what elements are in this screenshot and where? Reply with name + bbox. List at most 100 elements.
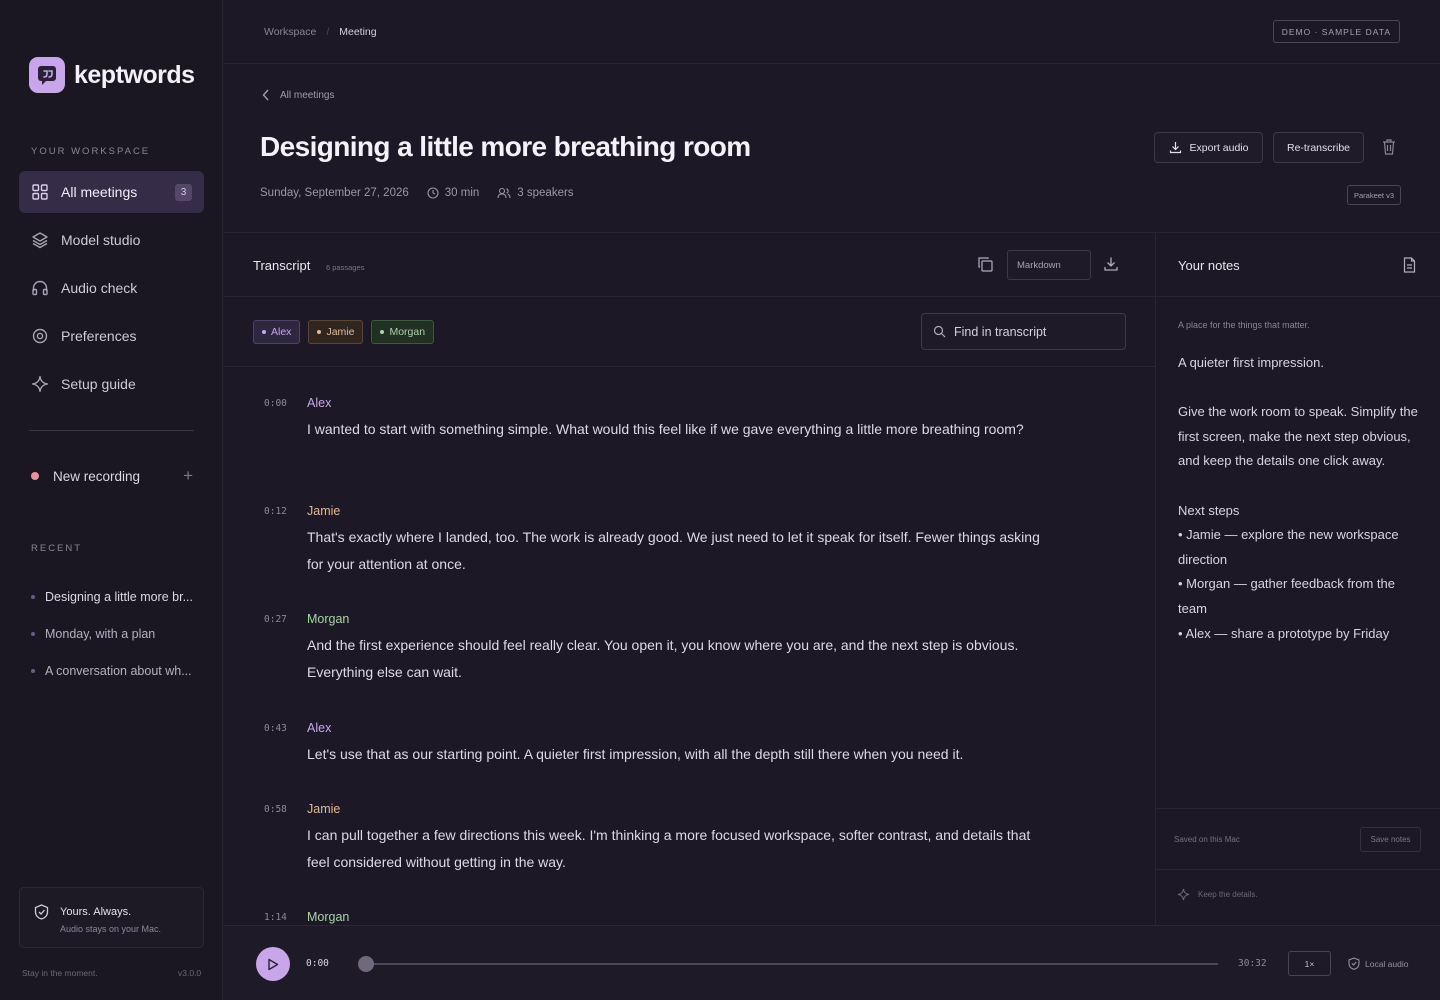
export-format-select[interactable]: Markdown [1007, 250, 1091, 280]
bullet-icon [31, 668, 35, 673]
sidebar-item-label: Setup guide [61, 376, 136, 392]
search-icon [933, 325, 946, 338]
app-name: keptwords [74, 60, 195, 89]
sidebar-item-audio-check[interactable]: Audio check [19, 267, 204, 309]
transcript-header-divider [224, 296, 1155, 297]
play-button[interactable] [256, 947, 290, 981]
notes-footer-divider-2 [1156, 869, 1440, 870]
timestamp[interactable]: 0:12 [264, 506, 287, 517]
notes-hint: A place for the things that matter. [1178, 320, 1310, 330]
audio-player: 0:00 30:32 1× Local audio [224, 925, 1440, 1000]
sidebar-item-label: All meetings [61, 184, 138, 200]
notes-line: A quieter first impression. [1178, 355, 1324, 370]
passage-text: I wanted to start with something simple.… [307, 421, 1024, 437]
bullet-icon [31, 594, 35, 599]
sparkle-icon [1177, 888, 1190, 901]
bullet-icon [31, 631, 35, 636]
topbar: Workspace / Meeting DEMO · SAMPLE DATA [224, 0, 1440, 64]
clock-icon [427, 187, 439, 199]
recent-list: Designing a little more br... Monday, wi… [31, 578, 196, 689]
download-icon [1169, 142, 1181, 154]
recent-item[interactable]: A conversation about wh... [31, 652, 196, 689]
notes-footer-divider [1156, 808, 1440, 809]
speaker-chip-jamie[interactable]: Jamie [308, 320, 364, 344]
transcript-filter-divider [224, 366, 1155, 367]
speaker-filter-chips: Alex Jamie Morgan [253, 320, 435, 344]
sidebar-item-model-studio[interactable]: Model studio [19, 219, 204, 261]
headphones-icon [32, 280, 48, 296]
timestamp[interactable]: 0:27 [264, 614, 287, 625]
plus-icon[interactable]: + [183, 466, 193, 486]
model-badge: Parakeet v3 [1347, 185, 1402, 205]
export-audio-button[interactable]: Export audio [1154, 132, 1263, 163]
recent-item[interactable]: Designing a little more br... [31, 578, 196, 615]
demo-badge: DEMO · SAMPLE DATA [1272, 20, 1400, 43]
sidebar-item-all-meetings[interactable]: All meetings 3 [19, 171, 204, 213]
download-transcript-button[interactable] [1103, 256, 1119, 277]
breadcrumb-meeting: Meeting [339, 26, 377, 38]
meeting-date: Sunday, September 27, 2026 [260, 187, 409, 199]
meeting-count-badge: 3 [175, 183, 192, 201]
keep-details-hint: Keep the details. [1177, 888, 1258, 901]
speaker-name: Morgan [307, 910, 350, 924]
speaker-name: Jamie [307, 802, 341, 816]
sidebar-item-setup-guide[interactable]: Setup guide [19, 363, 204, 405]
timestamp[interactable]: 0:43 [264, 723, 287, 734]
passage-text: I can pull together a few directions thi… [307, 827, 1031, 870]
notes-step: • Morgan — gather feedback from the team [1178, 576, 1395, 616]
breadcrumb-separator: / [326, 26, 330, 38]
copy-button[interactable] [977, 256, 994, 278]
speaker-chip-morgan[interactable]: Morgan [371, 320, 435, 344]
notes-header-divider [1156, 296, 1440, 297]
breadcrumb-workspace[interactable]: Workspace [264, 26, 316, 38]
layers-icon [32, 232, 48, 249]
settings-icon [32, 328, 48, 344]
local-audio-indicator: Local audio [1348, 957, 1408, 970]
privacy-title: Yours. Always. [60, 906, 132, 918]
document-icon [1403, 257, 1416, 273]
trash-icon [1383, 139, 1395, 155]
chevron-left-icon [262, 89, 269, 101]
sidebar: keptwords YOUR WORKSPACE All meetings 3 … [0, 0, 223, 1000]
timestamp[interactable]: 0:58 [264, 804, 287, 815]
page-title: Designing a little more breathing room [260, 131, 751, 162]
save-notes-button[interactable]: Save notes [1360, 827, 1421, 852]
transcript-search-input[interactable]: Find in transcript [921, 313, 1126, 350]
notes-step: • Jamie — explore the new workspace dire… [1178, 527, 1399, 567]
meeting-meta: Sunday, September 27, 2026 30 min 3 spea… [260, 187, 574, 199]
playback-speed-button[interactable]: 1× [1288, 951, 1331, 976]
privacy-subtitle: Audio stays on your Mac. [60, 924, 162, 934]
passage-text: Let's use that as our starting point. A … [307, 746, 964, 762]
panel-divider [1155, 233, 1156, 925]
back-link[interactable]: All meetings [262, 89, 334, 101]
timestamp[interactable]: 0:00 [264, 398, 287, 409]
speaker-chip-alex[interactable]: Alex [253, 320, 301, 344]
copy-icon [978, 257, 993, 272]
new-recording-label: New recording [53, 468, 141, 484]
transcript-title: Transcript [253, 258, 311, 273]
privacy-card: Yours. Always. Audio stays on your Mac. [19, 887, 204, 948]
notes-step: • Alex — share a prototype by Friday [1178, 625, 1390, 641]
timestamp[interactable]: 1:14 [264, 912, 287, 923]
seek-handle[interactable] [358, 956, 374, 972]
notes-next-steps-heading: Next steps [1178, 502, 1240, 518]
app-logo[interactable]: keptwords [29, 57, 195, 93]
record-dot-icon [31, 472, 39, 480]
quote-logo-icon [29, 57, 65, 93]
shield-check-icon [34, 904, 49, 920]
search-placeholder: Find in transcript [954, 324, 1047, 339]
speaker-dot-icon [380, 330, 385, 334]
passage-text: That's exactly where I landed, too. The … [307, 529, 1040, 572]
sidebar-item-preferences[interactable]: Preferences [19, 315, 204, 357]
notes-editor[interactable]: A quieter first impression. Give the wor… [1178, 351, 1418, 646]
recent-item[interactable]: Monday, with a plan [31, 615, 196, 652]
re-transcribe-button[interactable]: Re-transcribe [1273, 132, 1364, 163]
download-icon [1104, 257, 1118, 271]
play-icon [268, 958, 279, 970]
delete-button[interactable] [1381, 138, 1397, 161]
sidebar-item-label: Preferences [61, 328, 137, 344]
notes-paragraph: Give the work room to speak. Simplify th… [1178, 404, 1418, 469]
new-recording-button[interactable]: New recording + [31, 466, 193, 486]
notes-file-button[interactable] [1403, 257, 1416, 278]
seek-track[interactable] [366, 963, 1218, 965]
